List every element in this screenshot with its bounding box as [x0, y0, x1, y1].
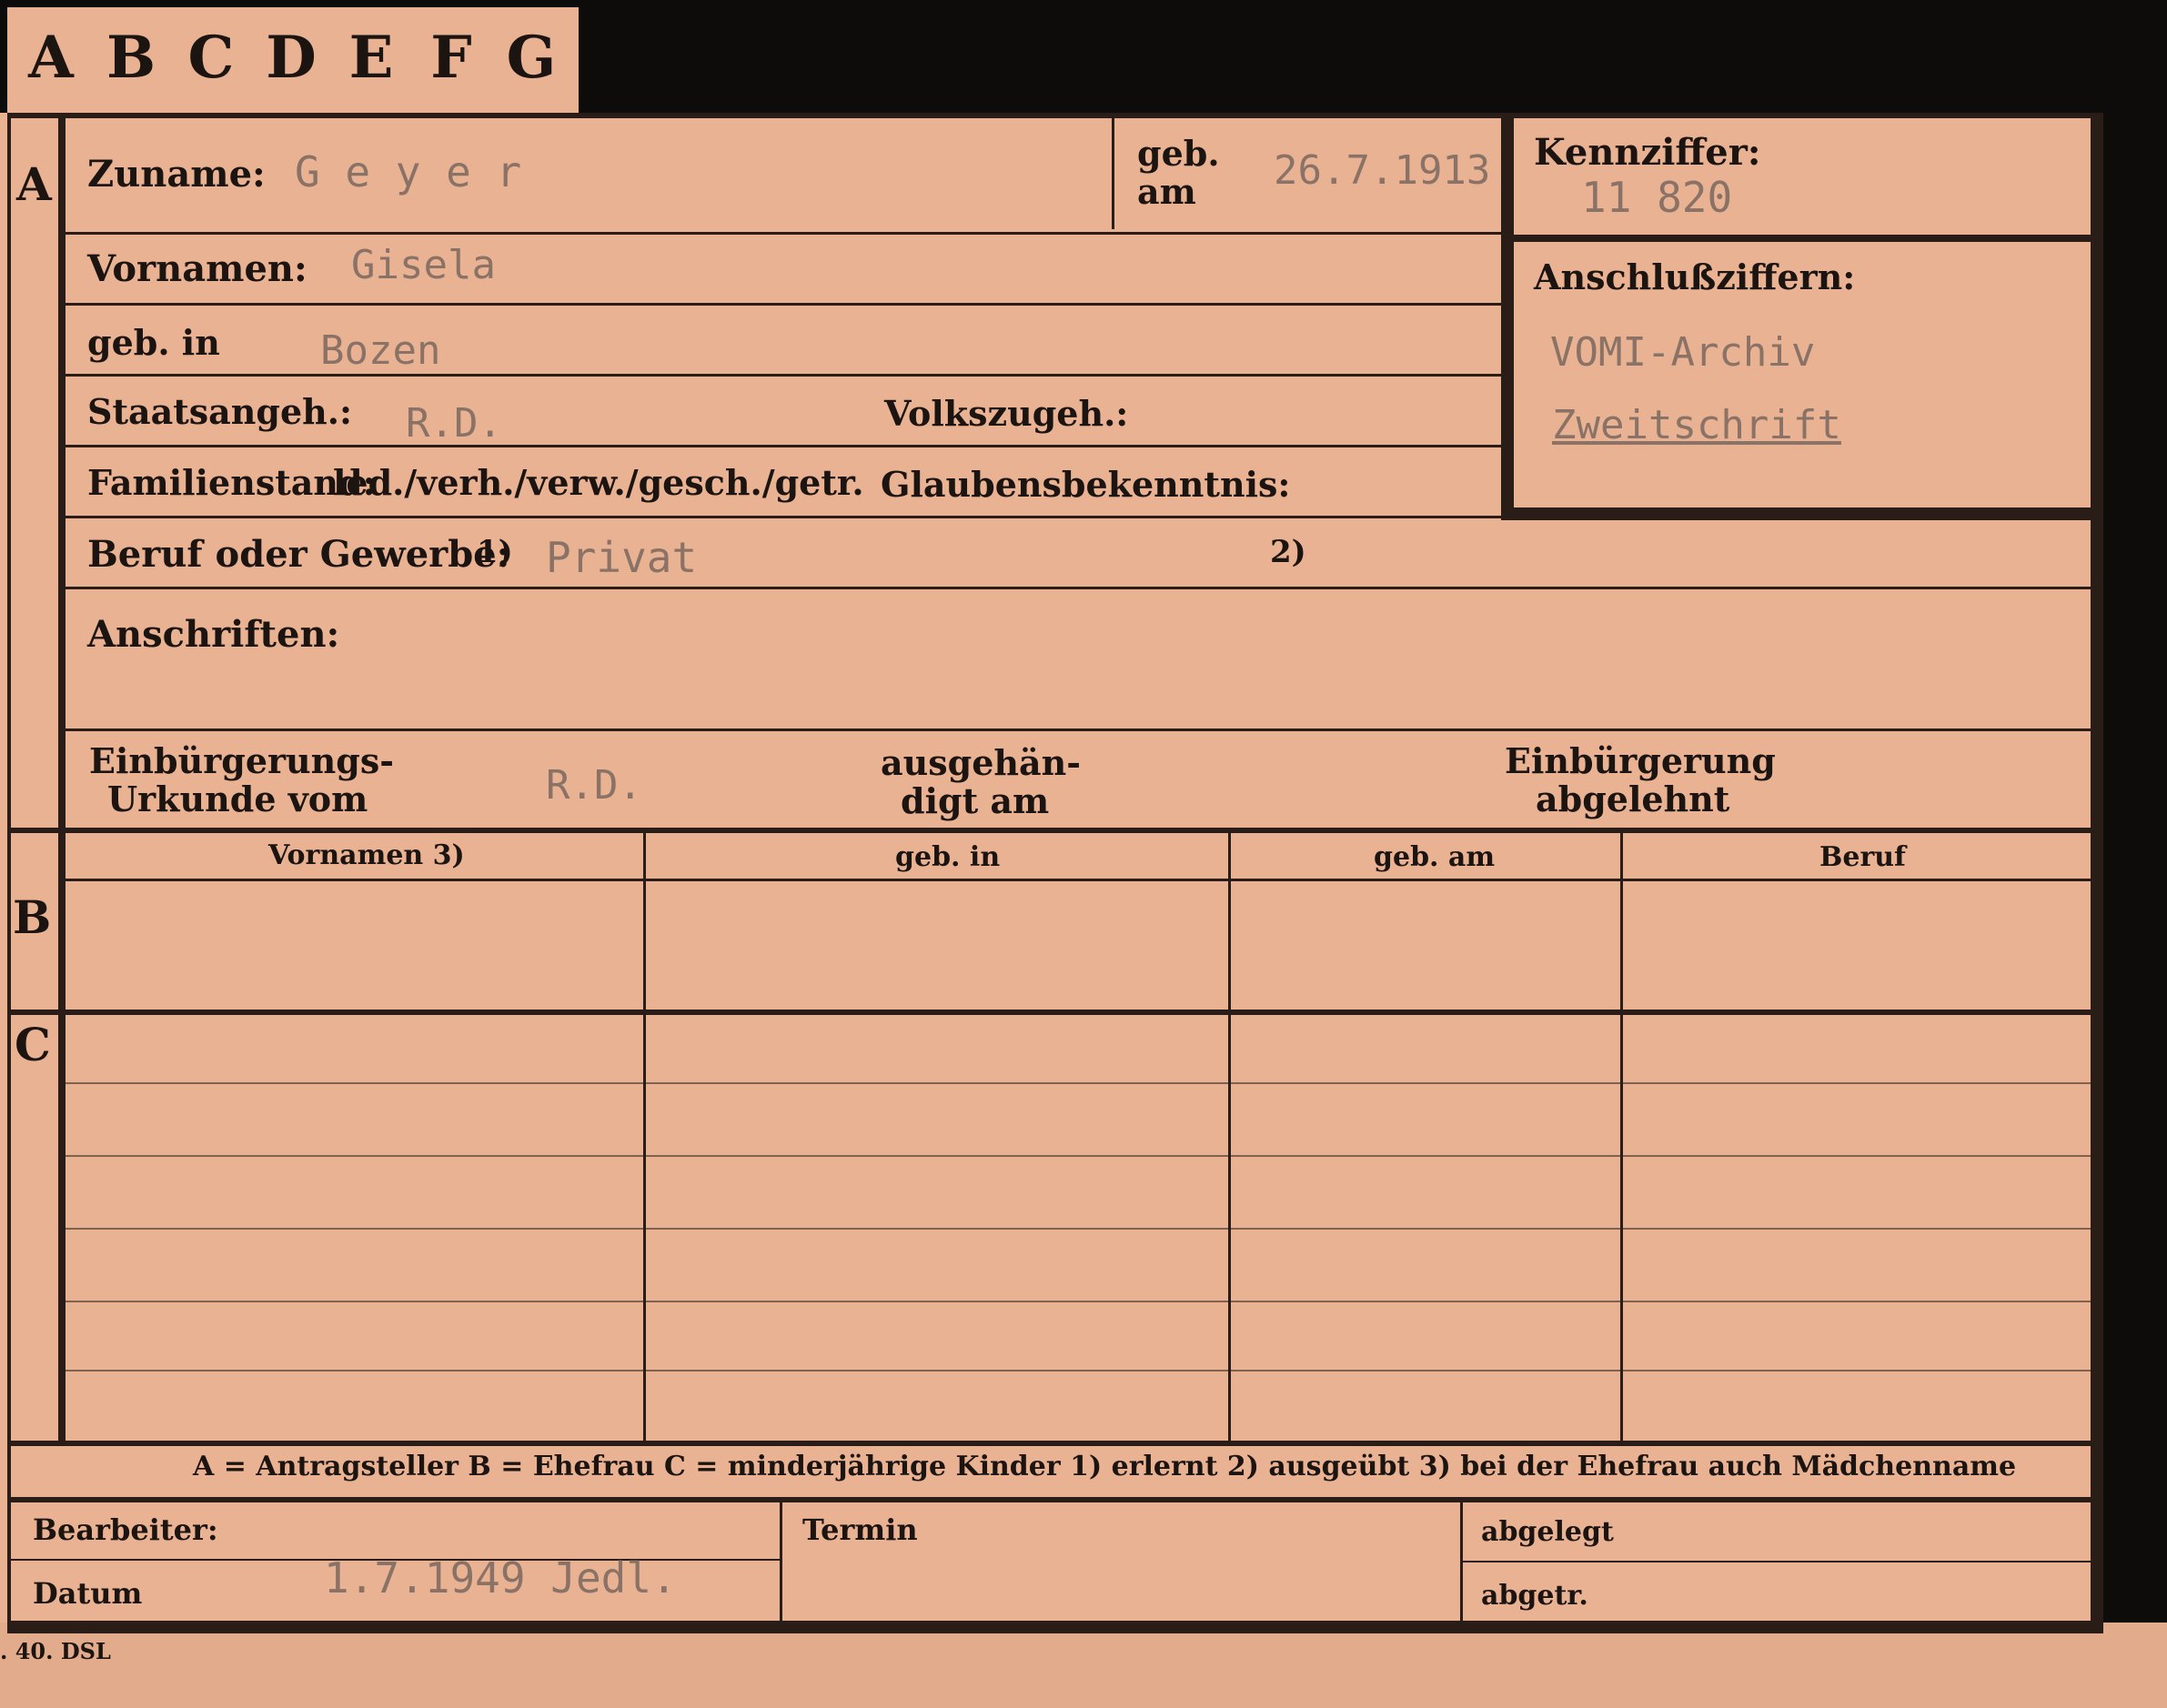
table-col-line-1: [643, 833, 646, 1441]
row-line-1: [64, 232, 1503, 235]
row-line-7: [64, 728, 2092, 731]
frame-right: [2091, 113, 2103, 1633]
ausgehaendigt-label-1: ausgehän-: [881, 742, 1082, 783]
index-tab-g: G: [495, 13, 568, 104]
anschluss-label: Anschlußziffern:: [1534, 256, 1856, 297]
geb-in-value: Bozen: [320, 327, 441, 374]
beruf-note-2: 2): [1270, 534, 1306, 570]
index-tab-b: B: [95, 13, 167, 104]
index-tab-a: A: [15, 13, 87, 104]
einb-urkunde-label-2: Urkunde vom: [107, 779, 368, 819]
legend-text: A = Antragsteller B = Ehefrau C = minder…: [193, 1451, 2017, 1482]
kennziffer-box-bottom: [1514, 507, 2092, 520]
beruf-note-1: 1): [477, 534, 513, 570]
abgelegt-label: abgelegt: [1481, 1516, 1614, 1548]
table-header-geb-in: geb. in: [895, 841, 1001, 873]
familienstand-options: led./verh./verw./gesch./getr.: [333, 462, 864, 503]
row-line-6: [64, 587, 2092, 589]
row-line-3: [64, 374, 1503, 377]
geb-am-value: 26.7.1913: [1274, 151, 1491, 191]
vornamen-label: Vornamen:: [87, 247, 307, 290]
section-b-label: B: [13, 890, 52, 944]
card-bottom-strip: [0, 1623, 2167, 1708]
index-tab-e: E: [335, 13, 408, 104]
geb-am-divider: [1112, 118, 1114, 229]
section-b-bottom: [7, 1010, 2092, 1015]
anschluss-value-2: Zweitschrift: [1552, 402, 1841, 448]
table-header-beruf: Beruf: [1819, 841, 1906, 873]
kennziffer-box-left: [1501, 118, 1514, 520]
zuname-value: G e y e r: [295, 147, 522, 196]
volkszugeh-label: Volkszugeh.:: [884, 393, 1129, 434]
footer-row-line-right: [1463, 1561, 2092, 1562]
frame-left: [7, 113, 11, 1623]
table-col-line-2: [1228, 833, 1231, 1441]
section-a-bottom: [7, 828, 2092, 833]
einb-abgelehnt-label-2: abgelehnt: [1536, 779, 1730, 819]
index-tab-d: D: [255, 13, 328, 104]
kennziffer-box-divider: [1514, 235, 2092, 242]
section-a-label: A: [16, 157, 52, 211]
termin-label: Termin: [802, 1512, 918, 1547]
row-line-2: [64, 303, 1503, 306]
section-c-label: C: [15, 1018, 51, 1071]
kennziffer-value: 11 820: [1581, 173, 1733, 222]
staatsangeh-value: R.D.: [406, 400, 502, 447]
frame-top: [7, 113, 2103, 118]
datum-label: Datum: [33, 1576, 143, 1611]
geb-am-label-1: geb.: [1137, 133, 1220, 174]
footer-divider-1: [780, 1502, 782, 1621]
legend-bottom-line: [7, 1497, 2092, 1502]
table-header-geb-am: geb. am: [1374, 841, 1496, 873]
legend-top-line: [7, 1441, 2092, 1446]
geb-in-label: geb. in: [87, 322, 220, 363]
row-line-4: [64, 445, 1503, 447]
beruf-value: Privat: [546, 533, 698, 582]
child-row-line-4: [64, 1301, 2092, 1302]
ausgehaendigt-label-2: digt am: [901, 780, 1050, 821]
child-row-line-1: [64, 1082, 2092, 1084]
datum-value: 1.7.1949 Jedl.: [324, 1553, 677, 1603]
geb-am-label-2: am: [1137, 171, 1196, 212]
child-row-line-5: [64, 1370, 2092, 1371]
glauben-label: Glaubensbekenntnis:: [881, 464, 1291, 505]
child-row-line-2: [64, 1155, 2092, 1157]
einb-urkunde-label-1: Einbürgerungs-: [89, 740, 395, 781]
table-col-line-3: [1620, 833, 1623, 1441]
zuname-label: Zuname:: [87, 153, 266, 196]
einb-urkunde-value: R.D.: [546, 762, 642, 809]
staatsangeh-label: Staatsangeh.:: [87, 391, 353, 432]
frame-bottom: [7, 1621, 2103, 1633]
kennziffer-label: Kennziffer:: [1534, 131, 1761, 174]
print-mark: . 40. DSL: [0, 1638, 111, 1664]
child-row-line-3: [64, 1228, 2092, 1230]
anschluss-value-1: VOMI-Archiv: [1550, 329, 1816, 376]
abgetr-label: abgetr.: [1481, 1580, 1588, 1612]
einb-abgelehnt-label-1: Einbürgerung: [1505, 740, 1776, 781]
table-header-vornamen: Vornamen 3): [268, 839, 465, 871]
index-tab-f: F: [415, 13, 488, 104]
bearbeiter-label: Bearbeiter:: [33, 1512, 218, 1547]
anschriften-label: Anschriften:: [87, 613, 340, 656]
index-tab-c: C: [175, 13, 247, 104]
beruf-label: Beruf oder Gewerbe:: [87, 533, 510, 576]
table-header-line: [64, 879, 2092, 881]
vornamen-value: Gisela: [351, 242, 496, 288]
section-column-line: [58, 113, 66, 1441]
